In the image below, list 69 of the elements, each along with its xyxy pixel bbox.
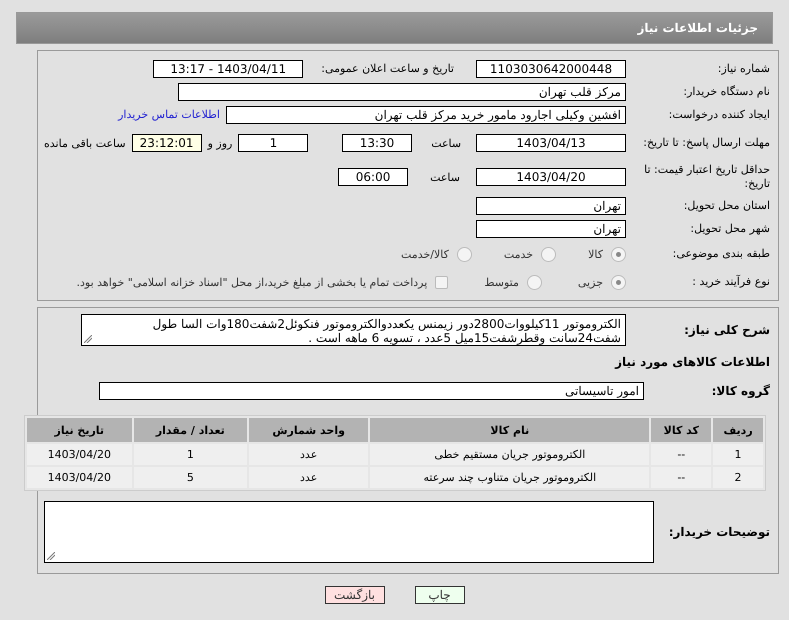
- field-label: استان محل تحویل:: [682, 198, 770, 212]
- table-cell: 1403/04/20: [27, 444, 132, 465]
- page-header: جزئیات اطلاعات نیاز: [16, 12, 773, 44]
- field-label: شهر محل تحویل:: [689, 222, 770, 236]
- field-label: توضیحات خریدار:: [668, 525, 770, 539]
- text-field[interactable]: تهران: [476, 220, 626, 238]
- field-label: شرح کلی نیاز:: [683, 323, 770, 337]
- radio-option[interactable]: خدمت: [504, 246, 556, 262]
- checkbox-option[interactable]: پرداخت تمام یا بخشی از مبلغ خرید،از محل "اسناد خزانه اسلامی" خواهد بود.: [76, 276, 448, 288]
- table-cell: 5: [134, 467, 248, 488]
- radio-option[interactable]: جزیی: [578, 274, 626, 290]
- back-button[interactable]: بازگشت: [324, 586, 384, 604]
- column-header: کد کالا: [651, 418, 712, 442]
- field-label: ساعت باقی مانده: [44, 136, 126, 150]
- table-cell: 1: [134, 444, 248, 465]
- table-cell: الکتروموتور جریان متناوب چند سرعته: [370, 467, 650, 488]
- text-field[interactable]: تهران: [476, 196, 626, 214]
- radio-option[interactable]: کالا: [588, 246, 626, 262]
- field-label: گروه کالا:: [710, 384, 770, 398]
- field-label: روز و: [208, 136, 232, 150]
- radio-button[interactable]: [541, 246, 556, 262]
- text-field[interactable]: افشین وکیلی اجارود مامور خرید مرکز قلب تهران: [226, 106, 626, 124]
- field-label: نوع فرآیند خرید :: [691, 275, 770, 289]
- buyer-notes-field[interactable]: [44, 501, 654, 563]
- text-field[interactable]: 1403/04/20: [476, 168, 626, 186]
- table-cell: 1403/04/20: [27, 467, 132, 488]
- field-label: شماره نیاز:: [716, 62, 770, 76]
- checkbox[interactable]: [435, 276, 448, 288]
- field-label: طبقه بندی موضوعی:: [672, 247, 770, 261]
- table-cell: --: [651, 467, 712, 488]
- table-cell: --: [651, 444, 712, 465]
- resize-grip-icon: [84, 335, 92, 343]
- table-cell: عدد: [249, 444, 368, 465]
- text-field[interactable]: 06:00: [338, 168, 408, 186]
- table-cell: 2: [713, 467, 763, 488]
- resize-grip-icon: [47, 552, 55, 560]
- section-heading: اطلاعات کالاهای مورد نیاز: [614, 354, 770, 368]
- field-label: مهلت ارسال پاسخ: تا تاریخ:: [642, 136, 770, 150]
- text-field[interactable]: 1: [238, 134, 308, 152]
- field-label: ساعت: [430, 170, 460, 184]
- field-label: تاریخ و ساعت اعلان عمومی:: [321, 62, 454, 75]
- print-button[interactable]: چاپ: [414, 586, 464, 604]
- radio-button[interactable]: [611, 274, 626, 290]
- contact-link[interactable]: اطلاعات تماس خریدار: [118, 108, 220, 121]
- text-field[interactable]: 13:30: [342, 134, 412, 152]
- text-field[interactable]: 1403/04/13: [476, 134, 626, 152]
- radio-button[interactable]: [611, 246, 626, 262]
- table-cell: 1: [713, 444, 763, 465]
- column-header: واحد شمارش: [249, 418, 368, 442]
- radio-button[interactable]: [526, 274, 542, 290]
- column-header: تاریخ نیاز: [27, 418, 132, 442]
- radio-option[interactable]: کالا/خدمت: [401, 246, 472, 262]
- text-field[interactable]: 1403/04/11 - 13:17: [153, 60, 304, 78]
- column-header: ردیف: [713, 418, 763, 442]
- field-label: ساعت: [431, 136, 462, 150]
- field-label: ایجاد کننده درخواست:: [668, 108, 770, 122]
- description-field[interactable]: الکتروموتور 11کیلووات2800دور زیمنس یکعددوالکتروموتور فنکوئل2شفت180وات السا طول شفت24سانت وقطرشفت15میل 5عدد ، تسویه 6 ماهه است .: [81, 314, 626, 346]
- radio-button[interactable]: [456, 246, 472, 262]
- text-field[interactable]: 1103030642000448: [476, 60, 626, 78]
- text-field[interactable]: مرکز قلب تهران: [178, 82, 626, 100]
- radio-option[interactable]: متوسط: [484, 274, 542, 290]
- column-header: نام کالا: [370, 418, 650, 442]
- text-field[interactable]: 23:12:01: [132, 134, 202, 152]
- table-cell: الکتروموتور جریان مستقیم خطی: [370, 444, 650, 465]
- field-label: حداقل تاریخ اعتبار قیمت: تا تاریخ:: [643, 163, 770, 191]
- field-label: نام دستگاه خریدار:: [682, 84, 770, 98]
- text-field[interactable]: امور تاسیساتی: [99, 382, 644, 400]
- table-cell: عدد: [249, 467, 368, 488]
- column-header: تعداد / مقدار: [134, 418, 248, 442]
